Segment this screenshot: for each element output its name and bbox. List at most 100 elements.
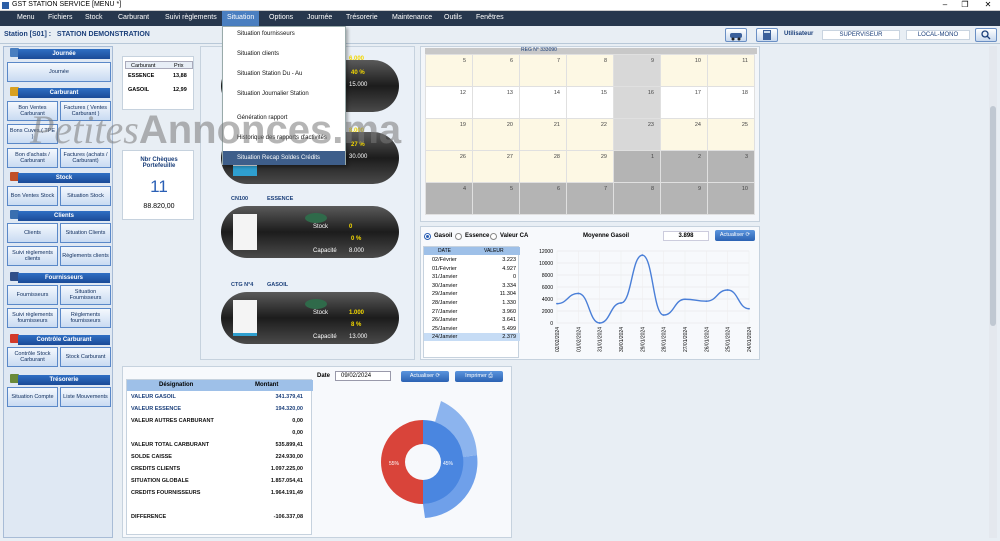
sales-row[interactable]: 29/Janvier 11.304 (424, 290, 520, 298)
radio-gasoil-label: Gasoil (434, 233, 453, 239)
sales-date: 27/Janvier (432, 308, 458, 315)
calendar-day[interactable]: 21 (519, 118, 567, 151)
calendar-day[interactable]: 3 (707, 150, 755, 183)
calendar-day[interactable]: 27 (472, 150, 520, 183)
liste-mouvements-button[interactable]: Liste Mouvements (60, 387, 111, 407)
minimize-button[interactable]: – (935, 0, 955, 9)
sales-row[interactable]: 02/Février 3.223 (424, 256, 520, 264)
controle-stock-carburant-button[interactable]: Contrôle Stock Carburant (7, 347, 58, 367)
dropdown-recap-soldes-credits[interactable]: Situation Recap Soldes Crédits (223, 151, 345, 165)
calendar-day[interactable]: 28 (519, 150, 567, 183)
dropdown-situation-station[interactable]: Situation Station Du - Au (223, 67, 345, 81)
tank-capacity-value: 8.000 (349, 248, 365, 254)
calendar-day[interactable]: 14 (519, 86, 567, 119)
calendar-day[interactable]: 9 (660, 182, 708, 215)
calendar-day[interactable]: 5 (425, 54, 473, 87)
summary-refresh-button[interactable]: Actualiser ⟳ (401, 371, 449, 382)
calendar-day[interactable]: 10 (707, 182, 755, 215)
sales-row[interactable]: 24/Janvier 2.379 (424, 333, 520, 342)
price-value-gasoil: 12,99 (173, 87, 187, 93)
radio-gasoil[interactable] (424, 233, 431, 240)
menu-stock[interactable]: Stock (85, 14, 103, 21)
summary-designation: VALEUR GASOIL (131, 394, 176, 400)
calendar-day[interactable]: 1 (613, 150, 661, 183)
menu-outils[interactable]: Outils (444, 14, 462, 21)
calendar-day[interactable]: 8 (566, 54, 614, 87)
menu-maintenance[interactable]: Maintenance (392, 14, 432, 21)
calendar-day[interactable]: 19 (425, 118, 473, 151)
fournisseurs-button[interactable]: Fournisseurs (7, 285, 58, 305)
calendar-day[interactable]: 9 (613, 54, 661, 87)
suivi-reglements-clients-button[interactable]: Suivi règlements clients (7, 246, 58, 266)
journee-button[interactable]: Journée (7, 62, 111, 82)
close-button[interactable]: ✕ (978, 0, 998, 9)
calendar-day[interactable]: 23 (613, 118, 661, 151)
bon-ventes-stock-button[interactable]: Bon Ventes Stock (7, 186, 58, 206)
menu-journee[interactable]: Journée (307, 14, 332, 21)
calendar-day[interactable]: 4 (425, 182, 473, 215)
calendar-day[interactable]: 29 (566, 150, 614, 183)
situation-clients-button[interactable]: Situation Clients (60, 223, 111, 243)
menu-suivi-reglements[interactable]: Suivi règlements (165, 14, 217, 21)
calendar-day[interactable]: 8 (613, 182, 661, 215)
calendar-day[interactable]: 24 (660, 118, 708, 151)
calendar-day[interactable]: 18 (707, 86, 755, 119)
sales-refresh-button[interactable]: Actualiser ⟳ (715, 230, 755, 241)
menu-menu[interactable]: Menu (17, 14, 35, 21)
calendar-day[interactable]: 6 (472, 54, 520, 87)
calendar-day[interactable]: 6 (519, 182, 567, 215)
scrollbar-thumb[interactable] (990, 106, 996, 326)
sales-row[interactable]: 31/Janvier 0 (424, 273, 520, 281)
calendar-day[interactable]: 11 (707, 54, 755, 87)
calendar-day[interactable]: 2 (660, 150, 708, 183)
calendar-day[interactable]: 7 (566, 182, 614, 215)
dropdown-situation-clients[interactable]: Situation clients (223, 47, 345, 61)
menu-tresorerie[interactable]: Trésorerie (346, 14, 378, 21)
calendar-day[interactable]: 15 (566, 86, 614, 119)
suivi-reglements-fournisseurs-button[interactable]: Suivi règlements fournisseurs (7, 308, 58, 328)
radio-valeur-ca[interactable] (490, 233, 497, 240)
maximize-button[interactable]: ❐ (955, 0, 975, 9)
situation-stock-button[interactable]: Situation Stock (60, 186, 111, 206)
dropdown-situation-fournisseurs[interactable]: Situation fournisseurs (223, 27, 345, 41)
reglements-fournisseurs-button[interactable]: Règlements fournisseurs (60, 308, 111, 328)
calendar-day[interactable]: 20 (472, 118, 520, 151)
menu-fichiers[interactable]: Fichiers (48, 14, 73, 21)
reglements-clients-button[interactable]: Règlements clients (60, 246, 111, 266)
calendar-day[interactable]: 7 (519, 54, 567, 87)
sales-row[interactable]: 28/Janvier 1.330 (424, 299, 520, 307)
radio-essence[interactable] (455, 233, 462, 240)
vertical-scrollbar[interactable] (989, 46, 997, 538)
sales-row[interactable]: 27/Janvier 3.960 (424, 308, 520, 316)
summary-amount: 224.930,00 (275, 454, 303, 460)
calendar-day[interactable]: 10 (660, 54, 708, 87)
sales-row[interactable]: 30/Janvier 3.334 (424, 282, 520, 290)
calendar-day[interactable]: 22 (566, 118, 614, 151)
dropdown-situation-journalier[interactable]: Situation Journalier Station (223, 87, 345, 101)
menu-situation[interactable]: Situation (222, 11, 260, 26)
sales-row[interactable]: 26/Janvier 3.641 (424, 316, 520, 324)
calendar-day[interactable]: 25 (707, 118, 755, 151)
calendar-day[interactable]: 13 (472, 86, 520, 119)
date-input[interactable]: 09/02/2024 (335, 371, 391, 381)
stock-carburant-button[interactable]: Stock Carburant (60, 347, 111, 367)
print-button[interactable]: Imprimer ⎙ (455, 371, 503, 382)
clients-button[interactable]: Clients (7, 223, 58, 243)
summary-designation: DIFFERENCE (131, 514, 167, 520)
calendar-day[interactable]: 16 (613, 86, 661, 119)
calculator-icon-button[interactable] (756, 28, 778, 42)
situation-fournisseurs-button[interactable]: Situation Fournisseurs (60, 285, 111, 305)
situation-compte-button[interactable]: Situation Compte (7, 387, 58, 407)
car-icon-button[interactable] (725, 28, 747, 42)
calendar-day[interactable]: 26 (425, 150, 473, 183)
sales-row[interactable]: 01/Février 4.927 (424, 265, 520, 273)
calendar-day[interactable]: 12 (425, 86, 473, 119)
section-tresorerie: Trésorerie (18, 375, 110, 385)
menu-fenetres[interactable]: Fenêtres (476, 14, 504, 21)
search-button[interactable] (975, 28, 997, 42)
menu-options[interactable]: Options (269, 14, 293, 21)
calendar-day[interactable]: 17 (660, 86, 708, 119)
sales-row[interactable]: 25/Janvier 5.499 (424, 325, 520, 333)
menu-carburant[interactable]: Carburant (118, 14, 149, 21)
calendar-day[interactable]: 5 (472, 182, 520, 215)
